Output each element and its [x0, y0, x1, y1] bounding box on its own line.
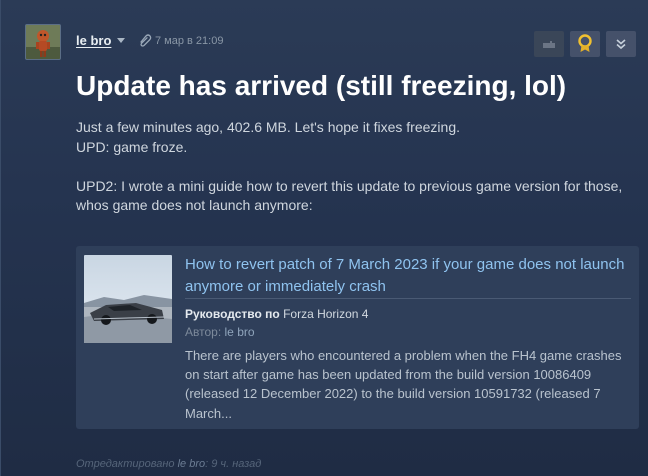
collapse-button[interactable] [606, 31, 636, 57]
award-icon [578, 34, 592, 52]
post-title: Update has arrived (still freezing, lol) [76, 70, 567, 101]
post-timestamp: 7 мар в 21:09 [155, 35, 224, 47]
edited-note: Отредактировано le bro: 9 ч. назад [76, 458, 261, 470]
hand-button[interactable] [534, 31, 564, 57]
forum-post: le bro 7 мар в 21:09 Update has arrived … [0, 0, 648, 476]
award-button[interactable] [570, 31, 600, 57]
edited-suffix: : 9 ч. назад [205, 458, 262, 470]
guide-author-prefix: Автор: [185, 325, 222, 339]
post-paragraph: UPD2: I wrote a mini guide how to revert… [76, 177, 623, 214]
car-thumbnail-icon [84, 255, 172, 343]
guide-preview-card[interactable]: How to revert patch of 7 March 2023 if y… [76, 246, 639, 429]
guide-link-title[interactable]: How to revert patch of 7 March 2023 if y… [185, 254, 625, 298]
hand-icon [543, 41, 555, 48]
guide-game-name[interactable]: Forza Horizon 4 [283, 307, 368, 321]
guide-description: There are players who encountered a prob… [185, 348, 622, 421]
avatar[interactable] [25, 24, 61, 60]
guide-prefix: Руководство по [185, 307, 280, 321]
edited-by: le bro [177, 458, 206, 470]
author-name[interactable]: le bro [76, 33, 111, 48]
avatar-figure-icon [26, 25, 60, 59]
guide-thumbnail[interactable] [84, 255, 172, 343]
guide-author-line: Автор: le bro [185, 325, 255, 339]
paperclip-icon [138, 33, 152, 52]
chevron-down-double-icon [616, 39, 626, 50]
guide-author-name[interactable]: le bro [225, 325, 255, 339]
post-body: Just a few minutes ago, 402.6 MB. Let's … [76, 118, 636, 216]
guide-game-line: Руководство по Forza Horizon 4 [185, 307, 368, 321]
edited-prefix: Отредактировано [76, 458, 175, 470]
post-paragraph: UPD: game froze. [76, 138, 188, 155]
post-paragraph: Just a few minutes ago, 402.6 MB. Let's … [76, 119, 460, 135]
author-menu-caret-icon[interactable] [117, 38, 125, 43]
divider [185, 298, 631, 299]
